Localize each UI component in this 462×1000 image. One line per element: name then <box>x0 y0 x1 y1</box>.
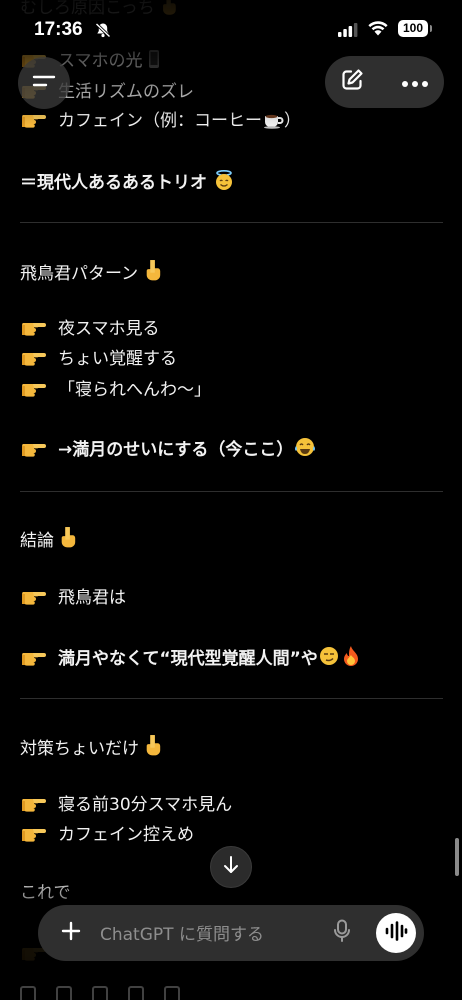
divider <box>20 491 443 492</box>
list-item: 満月やなくて“現代型覚醒人間”や <box>20 645 362 671</box>
pointing-down-emoji <box>144 733 162 757</box>
voice-mode-button[interactable] <box>376 913 416 953</box>
add-attachment-button[interactable] <box>56 918 86 948</box>
phone-emoji <box>148 50 159 68</box>
copy-icon[interactable] <box>20 986 36 1000</box>
section-heading: 飛鳥君パターン <box>20 258 162 286</box>
fire-emoji <box>343 646 358 666</box>
pointing-right-emoji <box>20 346 46 366</box>
pointing-right-emoji <box>20 585 46 605</box>
share-icon[interactable] <box>164 986 180 1000</box>
menu-button[interactable] <box>18 57 70 109</box>
smirking-face-emoji <box>319 647 338 665</box>
coffee-emoji <box>264 114 284 129</box>
status-time: 17:36 <box>34 19 83 40</box>
pointing-right-emoji <box>20 377 46 397</box>
message-input[interactable]: ChatGPT に質問する <box>100 920 264 945</box>
compose-icon <box>339 67 365 97</box>
more-icon <box>401 73 429 92</box>
pointing-right-emoji <box>20 792 46 812</box>
dictation-button[interactable] <box>328 919 356 947</box>
list-item: 「寝られへんわ〜」 <box>20 377 211 402</box>
section-heading: 対策ちょいだけ <box>20 733 162 761</box>
pointing-right-emoji <box>20 316 46 336</box>
list-item: →満月のせいにする（今ここ） <box>20 436 317 462</box>
thumbs-up-icon[interactable] <box>92 986 108 1000</box>
list-item: 飛鳥君は <box>20 585 126 610</box>
bell-muted-icon <box>95 22 111 42</box>
menu-icon <box>31 71 57 95</box>
header-actions <box>325 56 444 108</box>
more-options-button[interactable] <box>397 67 433 97</box>
voice-waveform-icon <box>384 921 408 945</box>
divider <box>20 222 443 223</box>
list-item: 寝る前30分スマホ見ん <box>20 792 232 817</box>
list-item: ちょい覚醒する <box>20 346 177 371</box>
read-aloud-icon[interactable] <box>56 986 72 1000</box>
composer-bar: ChatGPT に質問する <box>38 905 424 961</box>
plus-icon <box>60 920 82 946</box>
pointing-down-emoji <box>59 525 77 549</box>
scrollbar[interactable] <box>455 838 459 876</box>
scroll-to-bottom-button[interactable] <box>210 846 252 888</box>
compose-button[interactable] <box>337 67 367 97</box>
tears-of-joy-emoji <box>295 438 316 456</box>
arrow-down-icon <box>222 855 240 879</box>
message-line: ＝現代人あるあるトリオ <box>20 169 235 195</box>
pointing-right-emoji <box>20 822 46 842</box>
cause-item: カフェイン（例：コーヒー） <box>20 108 301 133</box>
section-heading: 結論 <box>20 525 77 553</box>
list-item: カフェイン控えめ <box>20 822 194 847</box>
wifi-icon <box>367 20 389 40</box>
message-actions <box>20 986 220 1000</box>
status-bar: 17:36 100 <box>0 0 462 48</box>
message-line: これで <box>20 883 71 903</box>
battery-indicator: 100 <box>398 20 432 37</box>
pointing-right-emoji <box>20 437 46 457</box>
cellular-signal-icon <box>338 22 358 41</box>
mic-icon <box>333 919 351 947</box>
smiling-face-with-halo-emoji <box>215 169 232 190</box>
pointing-down-emoji <box>144 258 162 282</box>
thumbs-down-icon[interactable] <box>128 986 144 1000</box>
divider <box>20 698 443 699</box>
pointing-right-emoji <box>20 108 46 128</box>
pointing-right-emoji <box>20 646 46 666</box>
list-item: 夜スマホ見る <box>20 316 160 341</box>
